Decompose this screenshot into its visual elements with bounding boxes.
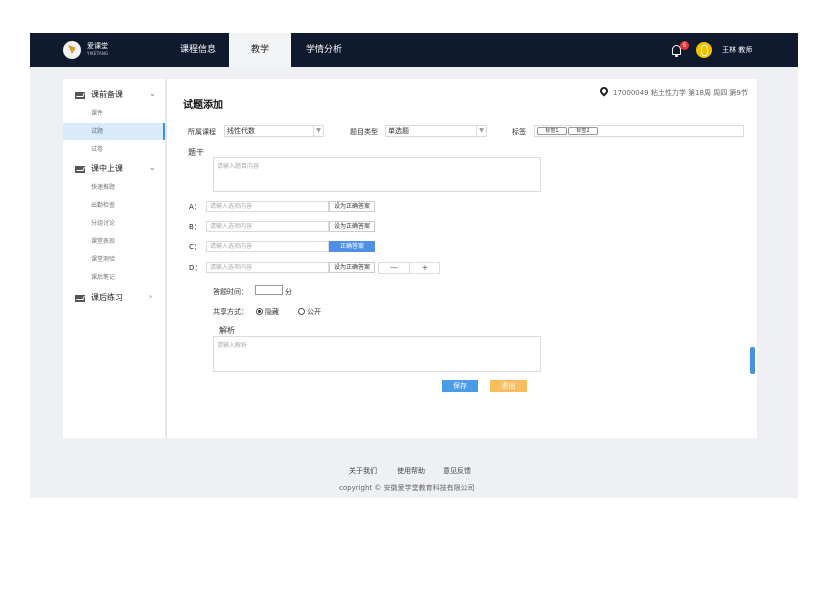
user-name[interactable]: 王林 教师 xyxy=(722,45,752,55)
scroll-handle[interactable] xyxy=(750,347,755,374)
set-correct-b-button[interactable]: 设为正确答案 xyxy=(329,221,375,232)
set-correct-a-button[interactable]: 设为正确答案 xyxy=(329,201,375,212)
analysis-label: 解析 xyxy=(219,326,235,335)
save-button[interactable]: 保存 xyxy=(442,380,478,392)
stem-label: 题干 xyxy=(188,148,204,157)
main-panel: 试题添加 17000049 粘土性力学 第18周 周四 第9节 所属课程 线性代… xyxy=(167,79,757,438)
share-public-label: 公开 xyxy=(307,308,321,316)
sidebar-group-label: 课前备课 xyxy=(91,90,123,99)
remove-option-button[interactable]: — xyxy=(379,263,409,273)
option-a-label: A： xyxy=(189,203,201,211)
course-select[interactable]: 线性代数 ▼ xyxy=(224,125,324,137)
type-value: 单选题 xyxy=(388,127,409,135)
option-stepper: — + xyxy=(378,262,440,274)
mail-icon xyxy=(75,166,85,173)
option-c-label: C： xyxy=(189,243,201,251)
brand-subtitle: YIKETANG xyxy=(87,51,109,56)
copyright-text: copyright © 安徽爱学堂教育科技有限公司 xyxy=(339,484,475,492)
correct-answer-c-button[interactable]: 正确答案 xyxy=(329,241,375,252)
share-hidden-radio[interactable] xyxy=(256,308,263,315)
sidebar-group-prep[interactable]: 课前备课 ⌄ xyxy=(63,87,165,103)
analysis-textarea[interactable]: 请输入解析 xyxy=(213,336,541,372)
top-navigation: 爱课堂 YIKETANG 课程信息 教学 学情分析 6 王林 教师 xyxy=(30,33,798,67)
exit-button[interactable]: 退出 xyxy=(490,380,527,392)
course-label: 所属课程 xyxy=(188,128,216,136)
sidebar-item-courseware[interactable]: 课件 xyxy=(63,105,165,122)
mail-icon xyxy=(75,92,85,99)
footer-help-link[interactable]: 使用帮助 xyxy=(397,466,425,476)
sidebar-item-quiz[interactable]: 课堂测验 xyxy=(63,251,165,268)
sidebar-item-quick-push[interactable]: 快速推题 xyxy=(63,179,165,196)
sidebar-item-group-discussion[interactable]: 分组讨论 xyxy=(63,215,165,232)
notification-badge: 6 xyxy=(680,41,689,50)
page-title: 试题添加 xyxy=(183,100,223,111)
sidebar-group-label: 课中上课 xyxy=(91,164,123,173)
option-b-label: B： xyxy=(189,223,201,231)
set-correct-d-button[interactable]: 设为正确答案 xyxy=(329,262,375,273)
brand-logo xyxy=(63,41,81,59)
option-b-input[interactable]: 请输入选项内容 xyxy=(206,221,329,232)
stem-textarea[interactable]: 请输入题目内容 xyxy=(213,157,541,192)
chevron-right-icon: › xyxy=(149,292,153,301)
sidebar: 课前备课 ⌄ 课件 试题 试卷 课中上课 ⌄ 快速推题 出勤检查 分组讨论 课堂… xyxy=(63,79,165,438)
tag-chip[interactable]: 标签2 xyxy=(568,127,598,135)
sidebar-item-performance[interactable]: 课堂表现 xyxy=(63,233,165,250)
share-hidden-label: 隐藏 xyxy=(265,308,279,316)
sidebar-item-papers[interactable]: 试卷 xyxy=(63,141,165,158)
course-location: 17000049 粘土性力学 第18周 周四 第9节 xyxy=(613,89,748,97)
chevron-down-icon: ▼ xyxy=(476,126,486,136)
share-label: 共享方式： xyxy=(213,308,248,316)
share-public-radio[interactable] xyxy=(298,308,305,315)
option-a-input[interactable]: 请输入选项内容 xyxy=(206,201,329,212)
time-unit: 分 xyxy=(285,288,292,296)
tag-chip[interactable]: 标签1 xyxy=(537,127,567,135)
nav-course-info[interactable]: 课程信息 xyxy=(165,33,231,67)
option-d-input[interactable]: 请输入选项内容 xyxy=(206,262,329,273)
time-label: 答题时间： xyxy=(213,288,248,296)
avatar[interactable] xyxy=(696,42,712,58)
add-option-button[interactable]: + xyxy=(410,263,440,273)
tag-label: 标签 xyxy=(512,128,526,136)
tag-input[interactable]: 标签1 标签2 xyxy=(534,125,744,137)
location-pin-icon xyxy=(598,85,610,97)
sidebar-item-notes[interactable]: 课后笔记 xyxy=(63,269,165,286)
type-label: 题目类型 xyxy=(350,128,378,136)
course-value: 线性代数 xyxy=(227,127,255,135)
time-input[interactable] xyxy=(255,285,283,295)
sidebar-group-class[interactable]: 课中上课 ⌄ xyxy=(63,161,165,177)
mail-icon xyxy=(75,295,85,302)
nav-analysis[interactable]: 学情分析 xyxy=(291,33,357,67)
chevron-down-icon: ▼ xyxy=(313,126,323,136)
footer-about-link[interactable]: 关于我们 xyxy=(349,466,377,476)
app-frame: 爱课堂 YIKETANG 课程信息 教学 学情分析 6 王林 教师 课前备课 ⌄… xyxy=(30,33,798,498)
nav-teaching[interactable]: 教学 xyxy=(229,33,291,67)
sidebar-group-homework[interactable]: 课后练习 › xyxy=(63,290,165,306)
option-c-input[interactable]: 请输入选项内容 xyxy=(206,241,329,252)
sidebar-item-questions[interactable]: 试题 xyxy=(63,123,165,140)
brand-name: 爱课堂 xyxy=(87,42,108,50)
footer-feedback-link[interactable]: 意见反馈 xyxy=(443,466,471,476)
sidebar-group-label: 课后练习 xyxy=(91,293,123,302)
chevron-down-icon: ⌄ xyxy=(149,89,156,98)
sidebar-item-attendance[interactable]: 出勤检查 xyxy=(63,197,165,214)
type-select[interactable]: 单选题 ▼ xyxy=(385,125,487,137)
chevron-down-icon: ⌄ xyxy=(149,163,156,172)
option-d-label: D： xyxy=(189,264,202,272)
